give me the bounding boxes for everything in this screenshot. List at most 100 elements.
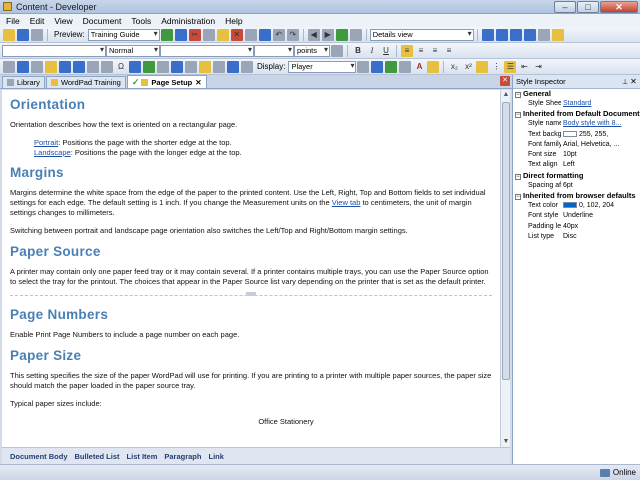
find-icon[interactable] bbox=[244, 28, 257, 41]
breadcrumb-paragraph[interactable]: Paragraph bbox=[164, 452, 201, 461]
menu-tools[interactable]: Tools bbox=[131, 16, 151, 26]
back-icon[interactable]: ◀ bbox=[307, 28, 320, 41]
maximize-button[interactable]: □ bbox=[577, 0, 599, 13]
italic-icon[interactable]: I bbox=[366, 45, 378, 57]
scroll-thumb[interactable] bbox=[502, 102, 510, 380]
grid-icon[interactable] bbox=[31, 60, 43, 73]
align-center-icon[interactable]: ≡ bbox=[415, 45, 427, 57]
group-inherited-default[interactable]: − Inherited from Default Document bbox=[513, 109, 640, 119]
form-icon[interactable] bbox=[241, 60, 253, 73]
word-count-icon[interactable] bbox=[399, 60, 412, 73]
superscript-icon[interactable]: x² bbox=[462, 61, 474, 73]
align-right-icon[interactable]: ≡ bbox=[429, 45, 441, 57]
breadcrumb-bulleted-list[interactable]: Bulleted List bbox=[75, 452, 120, 461]
collapse-icon[interactable]: − bbox=[515, 112, 521, 119]
collapse-icon[interactable]: − bbox=[515, 194, 521, 201]
font-size-select[interactable] bbox=[254, 44, 294, 57]
insert-object-icon[interactable] bbox=[129, 60, 141, 73]
menu-edit[interactable]: Edit bbox=[30, 16, 45, 26]
zoom-icon[interactable] bbox=[357, 60, 370, 73]
indent-icon[interactable]: ⇥ bbox=[532, 61, 544, 73]
check-in-icon[interactable] bbox=[174, 28, 187, 41]
collapse-icon[interactable]: − bbox=[515, 173, 521, 180]
breadcrumb-list-item[interactable]: List Item bbox=[127, 452, 158, 461]
group-browser-defaults[interactable]: − Inherited from browser defaults bbox=[513, 191, 640, 201]
open-icon[interactable] bbox=[3, 28, 15, 41]
close-tab-icon[interactable]: ✕ bbox=[195, 77, 201, 88]
breadcrumb-link[interactable]: Link bbox=[208, 452, 223, 461]
grow-font-icon[interactable] bbox=[331, 44, 343, 57]
folder-icon[interactable] bbox=[551, 28, 564, 41]
view-mode-select[interactable]: Details view bbox=[369, 28, 474, 41]
group-general[interactable]: − General bbox=[513, 89, 640, 99]
preview-icon[interactable] bbox=[160, 28, 173, 41]
insert-column-icon[interactable] bbox=[73, 60, 85, 73]
collapse-icon[interactable]: − bbox=[515, 92, 521, 98]
preview-select[interactable]: Training Guide bbox=[87, 28, 160, 41]
tab-wordpad-training[interactable]: WordPad Training bbox=[45, 76, 126, 88]
edit-mode-icon[interactable] bbox=[3, 60, 15, 73]
layout-icon-4[interactable] bbox=[523, 28, 536, 41]
image-icon[interactable] bbox=[45, 60, 57, 73]
spell-icon[interactable] bbox=[385, 60, 398, 73]
size-unit-select[interactable]: points bbox=[294, 44, 330, 57]
save-icon[interactable] bbox=[17, 28, 29, 41]
insert-link-icon[interactable] bbox=[258, 28, 271, 41]
numbered-list-icon[interactable]: ⋮ bbox=[490, 61, 502, 73]
split-cells-icon[interactable] bbox=[101, 60, 113, 73]
template-icon[interactable] bbox=[199, 60, 211, 73]
properties-icon-2[interactable] bbox=[213, 60, 225, 73]
document-editor[interactable]: Orientation Orientation describes how th… bbox=[2, 90, 500, 447]
copy-icon[interactable] bbox=[202, 28, 215, 41]
group-direct-formatting[interactable]: − Direct formatting bbox=[513, 171, 640, 181]
document-scrollbar[interactable]: ▲ ▼ bbox=[500, 90, 510, 447]
underline-icon[interactable]: U bbox=[380, 45, 392, 57]
landscape-link[interactable]: Landscape bbox=[34, 148, 71, 157]
layout-icon-5[interactable] bbox=[537, 28, 550, 41]
scroll-up-icon[interactable]: ▲ bbox=[501, 90, 511, 100]
breadcrumb-document-body[interactable]: Document Body bbox=[10, 452, 68, 461]
menu-document[interactable]: Document bbox=[83, 16, 122, 26]
refresh-icon[interactable] bbox=[335, 28, 348, 41]
property-value-link[interactable]: Body style with 8... bbox=[561, 119, 640, 129]
bulleted-list-icon[interactable]: ☰ bbox=[504, 60, 517, 73]
validate-icon[interactable] bbox=[371, 60, 384, 73]
justify-icon[interactable]: ≡ bbox=[443, 45, 455, 57]
clear-format-icon[interactable] bbox=[476, 60, 489, 73]
layout-icon-3[interactable] bbox=[509, 28, 522, 41]
horizontal-rule-icon[interactable] bbox=[185, 60, 197, 73]
splitter-handle[interactable] bbox=[246, 292, 256, 296]
text-style-icon[interactable]: A bbox=[413, 61, 425, 73]
bold-icon[interactable]: B bbox=[352, 45, 364, 57]
properties-icon[interactable] bbox=[31, 28, 43, 41]
symbol-icon[interactable]: Ω bbox=[115, 61, 127, 73]
property-value-link[interactable]: Standard bbox=[561, 99, 640, 109]
pin-icon[interactable]: ⊥ bbox=[621, 78, 629, 86]
spell-check-icon[interactable] bbox=[349, 28, 362, 41]
hyperlink-icon[interactable] bbox=[171, 60, 183, 73]
menu-file[interactable]: File bbox=[6, 16, 20, 26]
redo-icon[interactable]: ↷ bbox=[286, 28, 299, 41]
layout-icon-1[interactable] bbox=[481, 28, 494, 41]
paragraph-style-select[interactable] bbox=[2, 44, 106, 57]
display-select[interactable]: Player bbox=[288, 60, 357, 73]
merge-cells-icon[interactable] bbox=[87, 60, 99, 73]
menu-view[interactable]: View bbox=[54, 16, 72, 26]
menu-help[interactable]: Help bbox=[225, 16, 242, 26]
forward-icon[interactable]: ▶ bbox=[321, 28, 334, 41]
character-style-select[interactable]: Normal bbox=[106, 44, 160, 57]
bookmark-icon[interactable] bbox=[157, 60, 169, 73]
view-tab-link[interactable]: View tab bbox=[332, 198, 361, 207]
font-family-select[interactable] bbox=[160, 44, 254, 57]
align-left-icon[interactable]: ≡ bbox=[401, 44, 413, 57]
table-icon[interactable] bbox=[17, 60, 29, 73]
minimize-button[interactable]: – bbox=[554, 0, 576, 13]
insert-row-icon[interactable] bbox=[59, 60, 71, 73]
highlight-icon[interactable] bbox=[427, 60, 440, 73]
close-window-button[interactable]: ✕ bbox=[600, 0, 638, 13]
menu-administration[interactable]: Administration bbox=[161, 16, 215, 26]
insert-media-icon[interactable] bbox=[143, 60, 155, 73]
scroll-down-icon[interactable]: ▼ bbox=[501, 437, 511, 447]
delete-icon[interactable]: ✕ bbox=[230, 28, 243, 41]
close-document-icon[interactable]: ✕ bbox=[500, 76, 510, 86]
